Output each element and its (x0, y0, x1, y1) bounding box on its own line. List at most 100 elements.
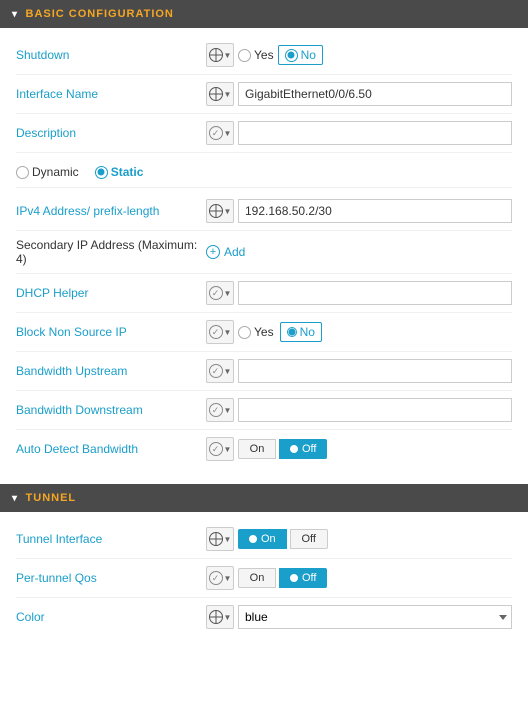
shutdown-yes-label: Yes (254, 48, 274, 62)
qos-off-label: Off (302, 572, 316, 584)
qos-check-btn[interactable]: ▼ (206, 566, 234, 590)
tunnel-off-label: Off (301, 533, 315, 545)
block-non-source-row: Block Non Source IP ▼ Yes No (16, 313, 512, 352)
check-icon-6 (209, 442, 223, 456)
basic-config-header: ▾ BASIC CONFIGURATION (0, 0, 528, 28)
dynamic-radio[interactable] (16, 166, 29, 179)
tunnel-on-dot (249, 535, 257, 543)
basic-config-form: Shutdown ▼ Yes No Interface Name (0, 28, 528, 484)
check-dropdown-arrow-2: ▼ (224, 289, 232, 298)
interface-name-controls: ▼ (206, 82, 512, 106)
dhcp-helper-label: DHCP Helper (16, 286, 206, 300)
globe-dropdown-arrow-2: ▼ (224, 90, 232, 99)
block-yes-option[interactable]: Yes (238, 325, 274, 339)
auto-detect-off-label: Off (302, 443, 316, 455)
qos-on-label: On (250, 572, 265, 584)
description-label: Description (16, 126, 206, 140)
block-no-label: No (300, 325, 315, 339)
bandwidth-upstream-input[interactable] (238, 359, 512, 383)
qos-off-dot (290, 574, 298, 582)
globe-dropdown-arrow-3: ▼ (224, 207, 232, 216)
static-radio[interactable] (95, 166, 108, 179)
auto-detect-on-label: On (250, 443, 265, 455)
per-tunnel-qos-controls: ▼ On Off (206, 566, 512, 590)
check-icon (209, 126, 223, 140)
bw-down-check-btn[interactable]: ▼ (206, 398, 234, 422)
check-dropdown-arrow-7: ▼ (224, 574, 232, 583)
tunnel-interface-controls: ▼ On Off (206, 527, 512, 551)
basic-config-title: BASIC CONFIGURATION (26, 8, 174, 20)
add-icon: + (206, 245, 220, 259)
check-icon-7 (209, 571, 223, 585)
auto-detect-check-btn[interactable]: ▼ (206, 437, 234, 461)
color-row: Color ▼ blue green red yellow (16, 598, 512, 636)
tunnel-header: ▾ TUNNEL (0, 484, 528, 512)
block-no-btn[interactable]: No (280, 322, 322, 342)
block-no-radio (287, 327, 297, 337)
block-check-btn[interactable]: ▼ (206, 320, 234, 344)
tunnel-chevron-icon[interactable]: ▾ (12, 493, 18, 504)
tunnel-on-btn[interactable]: On (238, 529, 287, 549)
static-label: Static (111, 165, 144, 179)
mode-separator: Dynamic Static (16, 153, 512, 188)
bandwidth-upstream-controls: ▼ (206, 359, 512, 383)
chevron-icon[interactable]: ▾ (12, 9, 18, 20)
shutdown-globe-btn[interactable]: ▼ (206, 43, 234, 67)
color-select-wrapper: blue green red yellow (238, 605, 512, 629)
dynamic-label: Dynamic (32, 165, 79, 179)
bandwidth-downstream-controls: ▼ (206, 398, 512, 422)
tunnel-on-label: On (261, 533, 276, 545)
description-row: Description ▼ (16, 114, 512, 153)
dynamic-option[interactable]: Dynamic (16, 165, 79, 179)
bandwidth-downstream-row: Bandwidth Downstream ▼ (16, 391, 512, 430)
secondary-ip-controls: + Add (206, 245, 512, 259)
shutdown-label: Shutdown (16, 48, 206, 62)
secondary-ip-row: Secondary IP Address (Maximum: 4) + Add (16, 231, 512, 274)
tunnel-off-btn[interactable]: Off (290, 529, 328, 549)
dhcp-check-btn[interactable]: ▼ (206, 281, 234, 305)
per-tunnel-qos-row: Per-tunnel Qos ▼ On Off (16, 559, 512, 598)
ipv4-input[interactable] (238, 199, 512, 223)
shutdown-no-radio (285, 49, 298, 62)
tunnel-globe-btn[interactable]: ▼ (206, 527, 234, 551)
off-dot (290, 445, 298, 453)
shutdown-yes-option[interactable]: Yes (238, 48, 274, 62)
shutdown-yes-radio[interactable] (238, 49, 251, 62)
auto-detect-on-btn[interactable]: On (238, 439, 276, 459)
block-yes-radio[interactable] (238, 326, 251, 339)
check-icon-2 (209, 286, 223, 300)
block-radio-group: Yes (238, 325, 274, 339)
qos-off-btn[interactable]: Off (279, 568, 327, 588)
add-label: Add (224, 245, 245, 259)
check-dropdown-arrow-4: ▼ (224, 367, 232, 376)
dhcp-helper-input[interactable] (238, 281, 512, 305)
globe-dropdown-arrow-4: ▼ (224, 535, 232, 544)
ipv4-globe-btn[interactable]: ▼ (206, 199, 234, 223)
color-label: Color (16, 610, 206, 624)
auto-detect-off-btn[interactable]: Off (279, 439, 327, 459)
shutdown-radio-group: Yes (238, 48, 274, 62)
color-controls: ▼ blue green red yellow (206, 605, 512, 629)
color-globe-btn[interactable]: ▼ (206, 605, 234, 629)
globe-icon-5 (209, 610, 223, 624)
description-input[interactable] (238, 121, 512, 145)
description-check-btn[interactable]: ▼ (206, 121, 234, 145)
block-non-source-label: Block Non Source IP (16, 325, 206, 339)
secondary-ip-label: Secondary IP Address (Maximum: 4) (16, 238, 206, 266)
static-option[interactable]: Static (95, 165, 144, 179)
block-non-source-controls: ▼ Yes No (206, 320, 512, 344)
bandwidth-downstream-input[interactable] (238, 398, 512, 422)
color-select[interactable]: blue green red yellow (238, 605, 512, 629)
interface-globe-btn[interactable]: ▼ (206, 82, 234, 106)
qos-on-btn[interactable]: On (238, 568, 276, 588)
shutdown-controls: ▼ Yes No (206, 43, 512, 67)
interface-name-input[interactable] (238, 82, 512, 106)
ipv4-label: IPv4 Address/ prefix-length (16, 204, 206, 218)
globe-icon-3 (209, 204, 223, 218)
add-secondary-ip-btn[interactable]: + Add (206, 245, 245, 259)
auto-detect-controls: ▼ On Off (206, 437, 512, 461)
auto-detect-row: Auto Detect Bandwidth ▼ On Off (16, 430, 512, 468)
shutdown-no-btn[interactable]: No (278, 45, 323, 65)
check-icon-5 (209, 403, 223, 417)
bw-up-check-btn[interactable]: ▼ (206, 359, 234, 383)
